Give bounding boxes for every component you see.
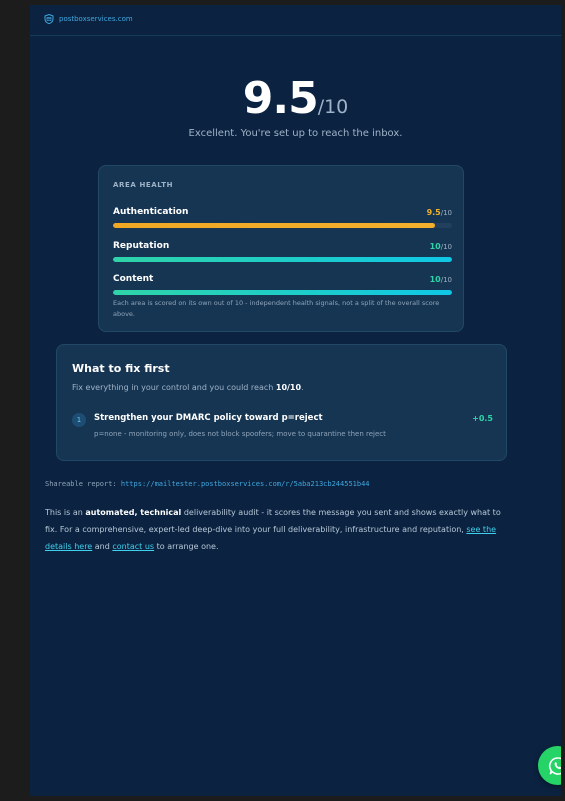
fix-item-title: Strengthen your DMARC policy toward p=re… xyxy=(94,413,323,423)
fix-item-description: p=none - monitoring only, does not block… xyxy=(94,430,386,438)
area-health-card: AREA HEALTH Authentication 9.5/10 Reputa… xyxy=(98,165,464,332)
share-label: Shareable report: xyxy=(45,480,117,488)
metric-authentication: Authentication 9.5/10 xyxy=(113,207,452,233)
whatsapp-icon xyxy=(548,756,561,775)
progress-bar xyxy=(113,257,452,262)
brand-name: postboxservices.com xyxy=(59,15,133,23)
fix-title: What to fix first xyxy=(72,362,170,375)
metric-label: Authentication xyxy=(113,207,189,217)
fix-item-number: 1 xyxy=(72,413,86,427)
metric-reputation: Reputation 10/10 xyxy=(113,241,452,267)
progress-fill xyxy=(113,257,452,262)
fix-item-gain: +0.5 xyxy=(472,414,493,423)
brand-link[interactable]: postboxservices.com xyxy=(44,14,133,24)
progress-fill xyxy=(113,290,452,295)
progress-bar xyxy=(113,290,452,295)
fix-item: 1 Strengthen your DMARC policy toward p=… xyxy=(72,410,493,442)
overall-score: 9.5/10 xyxy=(30,77,561,121)
score-value: 9.5 xyxy=(242,73,319,124)
shareable-report: Shareable report: https://mailtester.pos… xyxy=(45,480,370,488)
score-max: /10 xyxy=(317,96,349,118)
disclaimer-text: This is an automated, technical delivera… xyxy=(45,508,501,551)
fix-target-score: 10/10 xyxy=(275,383,302,392)
metric-score: 9.5/10 xyxy=(426,208,452,217)
progress-fill xyxy=(113,223,436,228)
metric-content: Content 10/10 xyxy=(113,274,452,300)
fix-first-card: What to fix first Fix everything in your… xyxy=(56,344,507,461)
metric-label: Content xyxy=(113,274,154,284)
metric-label: Reputation xyxy=(113,241,170,251)
header-bar: postboxservices.com xyxy=(30,5,561,36)
area-health-note: Each area is scored on its own out of 10… xyxy=(113,299,440,318)
shield-mail-icon xyxy=(44,14,54,24)
metric-score: 10/10 xyxy=(429,275,452,284)
metric-score: 10/10 xyxy=(429,242,452,251)
area-health-title: AREA HEALTH xyxy=(113,181,174,189)
whatsapp-chat-button[interactable] xyxy=(538,746,561,785)
contact-link[interactable]: contact us xyxy=(112,542,154,551)
share-url-link[interactable]: https://mailtester.postboxservices.com/r… xyxy=(121,480,370,488)
score-verdict: Excellent. You're set up to reach the in… xyxy=(188,128,403,139)
progress-bar xyxy=(113,223,452,228)
report-page: postboxservices.com 9.5/10 Excellent. Yo… xyxy=(30,5,561,796)
fix-subtitle: Fix everything in your control and you c… xyxy=(72,383,304,392)
